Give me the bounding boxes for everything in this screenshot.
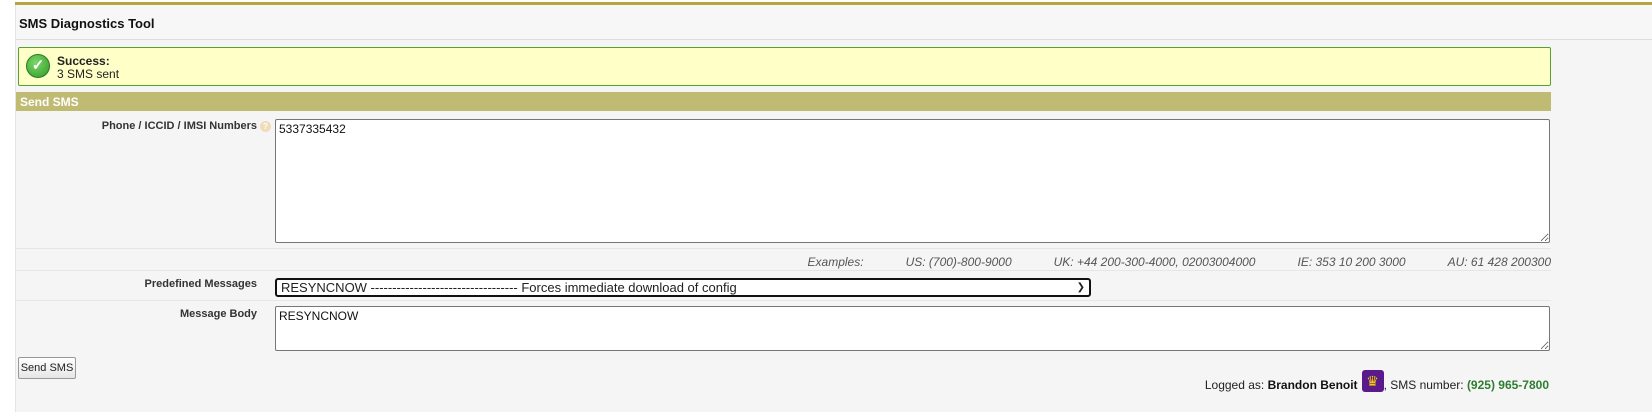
page-header: SMS Diagnostics Tool: [15, 5, 1652, 40]
user-name: Brandon Benoit: [1267, 378, 1358, 392]
logged-as-label: Logged as:: [1204, 378, 1268, 392]
numbers-label: Phone / ICCID / IMSI Numbers?: [102, 120, 271, 132]
success-alert: ✓ Success: 3 SMS sent: [18, 47, 1551, 86]
check-circle-icon: ✓: [26, 54, 50, 78]
example-ie: IE: 353 10 200 3000: [1297, 255, 1406, 269]
login-info: Logged as: Brandon Benoit ♛, SMS number: …: [1205, 370, 1549, 392]
example-us: US: (700)-800-9000: [905, 255, 1012, 269]
body-row: Message Body RESYNCNOW: [16, 301, 1551, 353]
section-header: Send SMS: [16, 92, 1551, 111]
body-label: Message Body: [179, 308, 257, 320]
help-icon[interactable]: ?: [260, 120, 271, 132]
alert-message: 3 SMS sent: [57, 67, 120, 81]
page-title: SMS Diagnostics Tool: [19, 16, 155, 31]
examples-label: Examples:: [807, 255, 864, 269]
numbers-input[interactable]: 5337335432: [275, 119, 1550, 243]
alert-title: Success:: [57, 54, 110, 68]
selected-option: RESYNCNOW ------------------------------…: [281, 280, 737, 295]
example-au: AU: 61 428 200300: [1447, 255, 1551, 269]
sms-number: (925) 965-7800: [1466, 378, 1549, 392]
crown-icon: ♛: [1361, 370, 1384, 392]
numbers-row: Phone / ICCID / IMSI Numbers? 5337335432: [16, 111, 1551, 249]
sms-number-label: , SMS number:: [1383, 378, 1467, 392]
main-panel: ✓ Success: 3 SMS sent Send SMS Phone / I…: [15, 40, 1652, 412]
predefined-messages-select[interactable]: RESYNCNOW ------------------------------…: [275, 278, 1091, 297]
predefined-label: Predefined Messages: [144, 278, 258, 290]
numbers-label-text: Phone / ICCID / IMSI Numbers: [101, 120, 257, 132]
send-sms-button[interactable]: Send SMS: [18, 357, 76, 379]
example-uk: UK: +44 200-300-4000, 02003004000: [1053, 255, 1256, 269]
message-body-input[interactable]: RESYNCNOW: [275, 306, 1550, 351]
chevron-down-icon: ❯: [1076, 282, 1085, 293]
examples: Examples: US: (700)-800-9000 UK: +44 200-3…: [766, 255, 1551, 269]
